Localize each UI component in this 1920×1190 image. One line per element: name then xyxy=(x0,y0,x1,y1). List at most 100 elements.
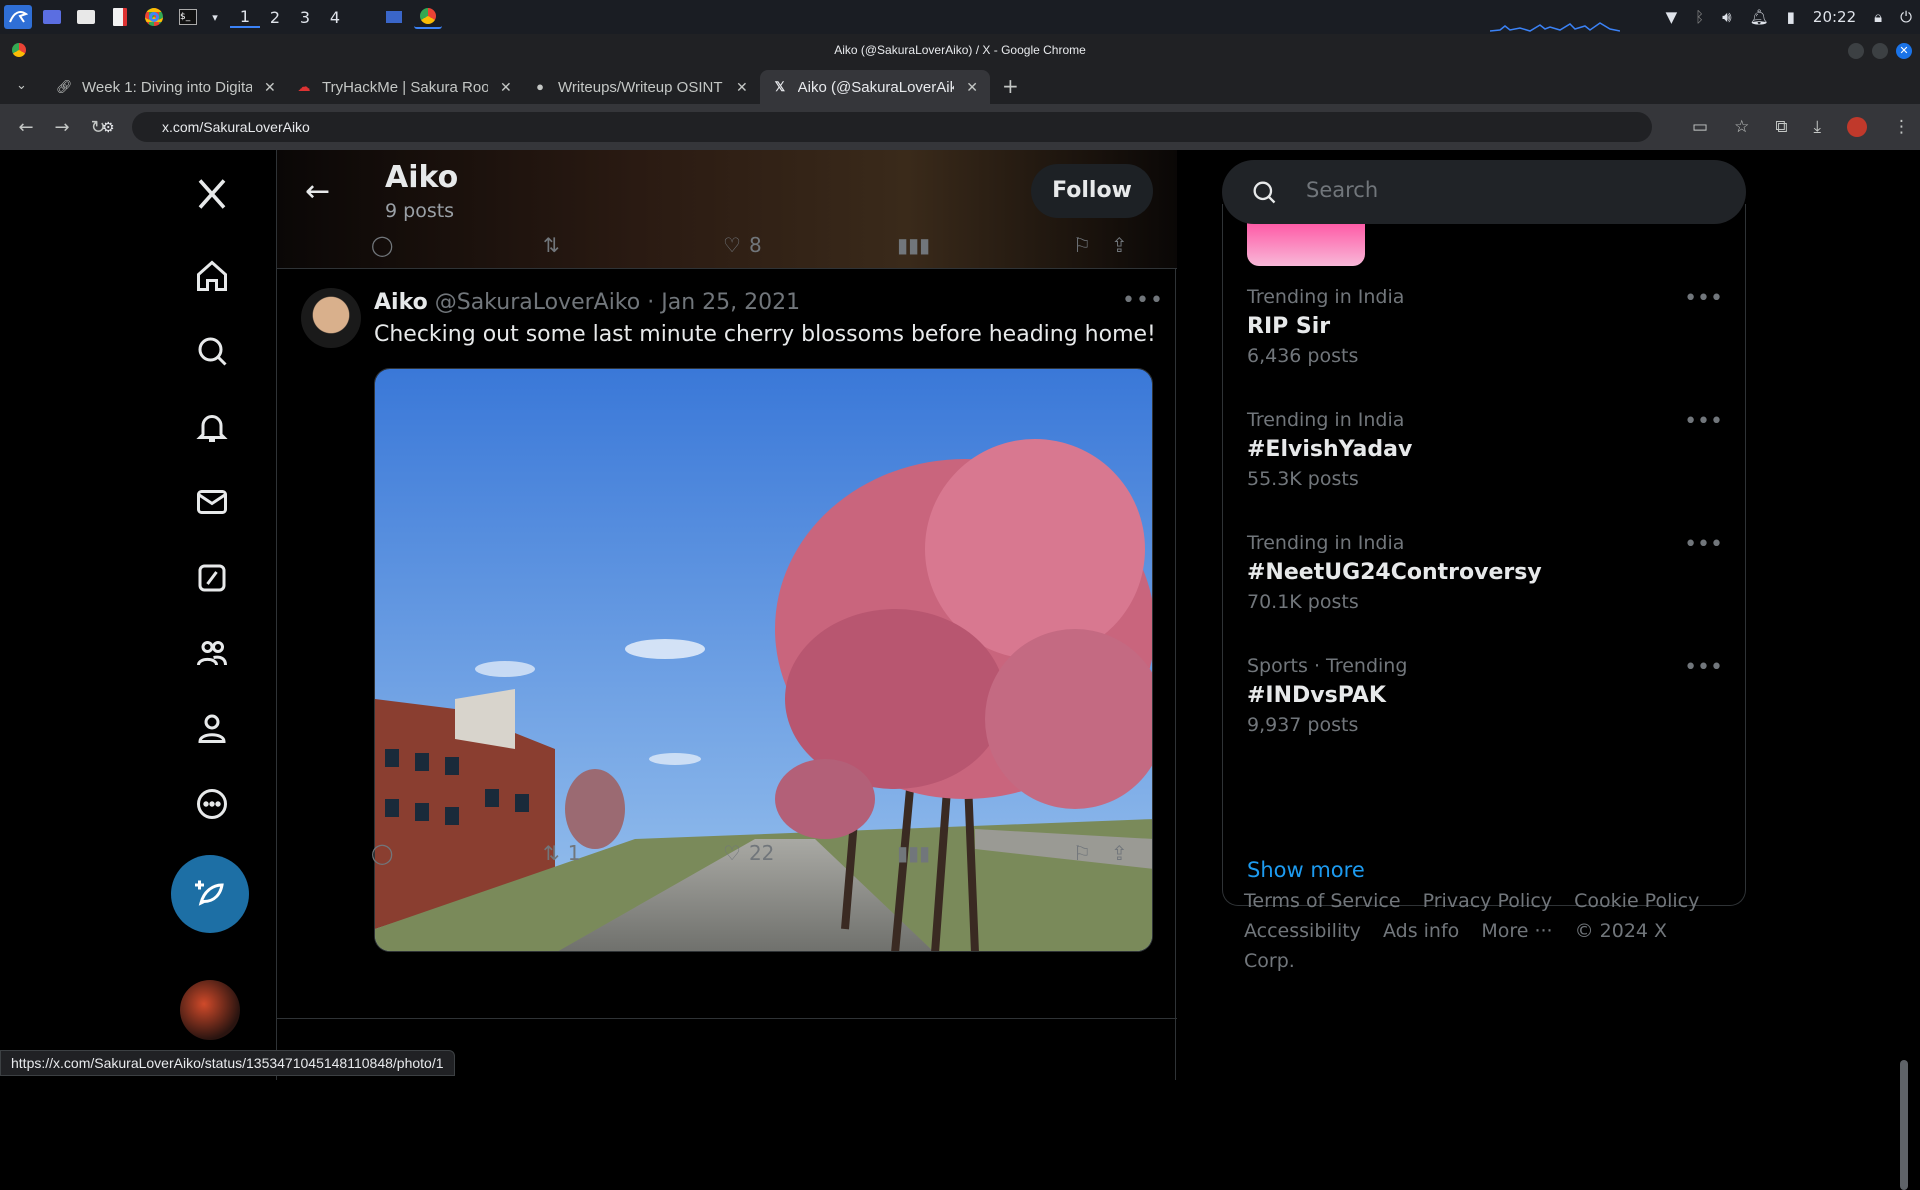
tweet-author-handle[interactable]: @SakuraLoverAiko xyxy=(435,290,641,315)
retweet-icon[interactable]: ⇅ xyxy=(543,233,560,257)
grok-icon[interactable] xyxy=(186,552,238,604)
status-bar-url: https://x.com/SakuraLoverAiko/status/135… xyxy=(0,1050,455,1076)
tab-github-writeup[interactable]: ● Writeups/Writeup OSINT ✕ xyxy=(520,70,760,104)
search-box[interactable]: Search xyxy=(1222,160,1746,224)
views-icon[interactable]: ▮▮▮ xyxy=(897,841,930,865)
share-icon[interactable]: ⇪ xyxy=(1111,233,1128,257)
forward-icon[interactable]: → xyxy=(44,117,80,138)
terminal-icon[interactable]: $_ xyxy=(174,5,202,29)
heart-icon: ♡ xyxy=(723,841,741,865)
back-arrow-icon[interactable]: ← xyxy=(305,174,330,209)
chrome-icon[interactable] xyxy=(140,5,168,29)
profile-icon[interactable] xyxy=(186,702,238,754)
notifications-bell-icon[interactable] xyxy=(186,401,238,453)
window-titlebar: Aiko (@SakuraLoverAiko) / X - Google Chr… xyxy=(0,34,1920,66)
chevron-down-icon[interactable]: ▾ xyxy=(208,5,222,29)
explore-search-icon[interactable] xyxy=(186,325,238,377)
tweet-author-name[interactable]: Aiko xyxy=(374,290,428,315)
battery-icon[interactable]: ▮ xyxy=(1787,8,1795,26)
trend-title: RIP Sir xyxy=(1247,314,1331,339)
accessibility-link[interactable]: Accessibility xyxy=(1244,920,1361,942)
trend-more-icon[interactable]: ••• xyxy=(1684,532,1723,557)
download-icon[interactable]: ⤓ xyxy=(1813,117,1821,137)
trend-item[interactable]: Trending in India #NeetUG24Controversy 7… xyxy=(1247,532,1727,613)
lock-icon[interactable]: 🔒︎ xyxy=(1874,8,1882,26)
network-graph-icon xyxy=(1490,22,1620,32)
more-options-icon[interactable] xyxy=(186,778,238,830)
desktop-icon[interactable] xyxy=(38,5,66,29)
privacy-link[interactable]: Privacy Policy xyxy=(1423,890,1552,912)
tweet-more-options-icon[interactable]: ••• xyxy=(1122,288,1164,313)
close-tab-icon[interactable]: ✕ xyxy=(264,79,276,96)
workspace-2[interactable]: 2 xyxy=(260,8,290,27)
chrome-window-icon[interactable] xyxy=(414,5,442,29)
share-icon[interactable]: ⇪ xyxy=(1111,841,1128,865)
like-button[interactable]: ♡ 22 xyxy=(723,841,774,865)
close-tab-icon[interactable]: ✕ xyxy=(966,79,978,96)
workspace-3[interactable]: 3 xyxy=(290,8,320,27)
like-button[interactable]: ♡ 8 xyxy=(723,233,762,257)
trend-more-icon[interactable]: ••• xyxy=(1684,286,1723,311)
tweet-actions: ◯ ⇅ 1 ♡ 22 ▮▮▮ ⚐ ⇪ xyxy=(371,838,1151,868)
tab-week1[interactable]: 🔗︎ Week 1: Diving into Digita ✕ xyxy=(44,70,288,104)
profile-avatar-icon[interactable] xyxy=(1847,117,1867,137)
text-editor-icon[interactable] xyxy=(106,5,134,29)
chrome-menu-icon[interactable]: ⋮ xyxy=(1893,117,1910,137)
workspace-1[interactable]: 1 xyxy=(230,7,260,28)
workspace-4[interactable]: 4 xyxy=(320,8,350,27)
tweet-date[interactable]: Jan 25, 2021 xyxy=(661,290,800,315)
trend-item[interactable]: Trending in India RIP Sir 6,436 posts ••… xyxy=(1247,286,1727,367)
power-icon[interactable]: ⏻ xyxy=(1900,8,1912,26)
x-logo-icon[interactable] xyxy=(186,168,238,220)
trend-more-icon[interactable]: ••• xyxy=(1684,409,1723,434)
bookmark-icon[interactable]: ⚐ xyxy=(1073,233,1091,257)
follow-button[interactable]: Follow xyxy=(1031,164,1153,218)
close-tab-icon[interactable]: ✕ xyxy=(500,79,512,96)
close-tab-icon[interactable]: ✕ xyxy=(736,79,748,96)
trend-count: 55.3K posts xyxy=(1247,468,1359,490)
ads-info-link[interactable]: Ads info xyxy=(1383,920,1459,942)
new-tab-button[interactable]: + xyxy=(1002,74,1019,98)
views-icon[interactable]: ▮▮▮ xyxy=(897,233,930,257)
trend-item[interactable]: Trending in India #ElvishYadav 55.3K pos… xyxy=(1247,409,1727,490)
tab-aiko-profile[interactable]: 𝕏 Aiko (@SakuraLoverAiko) ✕ xyxy=(760,70,990,104)
minimize-button[interactable] xyxy=(1848,43,1864,59)
reply-icon[interactable]: ◯ xyxy=(371,841,393,865)
bookmark-icon[interactable]: ⚐ xyxy=(1073,841,1091,865)
close-window-button[interactable]: ✕ xyxy=(1896,43,1912,59)
home-icon[interactable] xyxy=(186,250,238,302)
tab-search-chevron-icon[interactable]: ⌄ xyxy=(16,78,27,93)
communities-icon[interactable] xyxy=(186,627,238,679)
more-link[interactable]: More ··· xyxy=(1481,920,1552,942)
retweet-button[interactable]: ⇅ 1 xyxy=(543,841,581,865)
back-icon[interactable]: ← xyxy=(8,117,44,138)
kali-menu-icon[interactable] xyxy=(4,5,32,29)
retweet-icon: ⇅ xyxy=(543,841,560,865)
compose-post-button[interactable] xyxy=(171,855,249,933)
extensions-icon[interactable]: ⧉ xyxy=(1775,117,1787,137)
search-input[interactable]: Search xyxy=(1306,178,1378,202)
cookie-link[interactable]: Cookie Policy xyxy=(1574,890,1699,912)
reply-icon[interactable]: ◯ xyxy=(371,233,393,257)
site-info-icon[interactable]: ⚙︎ xyxy=(102,112,115,142)
bookmark-star-icon[interactable]: ☆ xyxy=(1734,117,1749,137)
wifi-icon[interactable]: ▼ xyxy=(1666,8,1678,26)
show-more-link[interactable]: Show more xyxy=(1247,858,1365,882)
terms-link[interactable]: Terms of Service xyxy=(1244,890,1401,912)
tweet-author-avatar[interactable] xyxy=(301,288,361,348)
trend-category: Trending in India xyxy=(1247,286,1405,308)
maximize-button[interactable] xyxy=(1872,43,1888,59)
trend-item[interactable]: Sports · Trending #INDvsPAK 9,937 posts … xyxy=(1247,655,1727,736)
tab-tryhackme[interactable]: ☁︎ TryHackMe | Sakura Room ✕ xyxy=(284,70,524,104)
bluetooth-icon[interactable]: ᛒ xyxy=(1695,8,1704,26)
window-thumbnail-icon[interactable] xyxy=(380,5,408,29)
file-manager-icon[interactable] xyxy=(72,5,100,29)
messages-mail-icon[interactable] xyxy=(186,476,238,528)
account-avatar[interactable] xyxy=(180,980,240,1040)
notification-bell-icon[interactable]: 🔔︎ xyxy=(1750,8,1769,26)
url-field[interactable]: ⚙︎ x.com/SakuraLoverAiko xyxy=(102,112,1652,142)
address-bar: ← → ↻ ⚙︎ x.com/SakuraLoverAiko ▭ ☆ ⧉ ⤓ ⋮ xyxy=(0,104,1920,150)
trend-more-icon[interactable]: ••• xyxy=(1684,655,1723,680)
install-app-icon[interactable]: ▭ xyxy=(1692,117,1708,137)
volume-icon[interactable]: 🔊︎ xyxy=(1722,8,1731,26)
